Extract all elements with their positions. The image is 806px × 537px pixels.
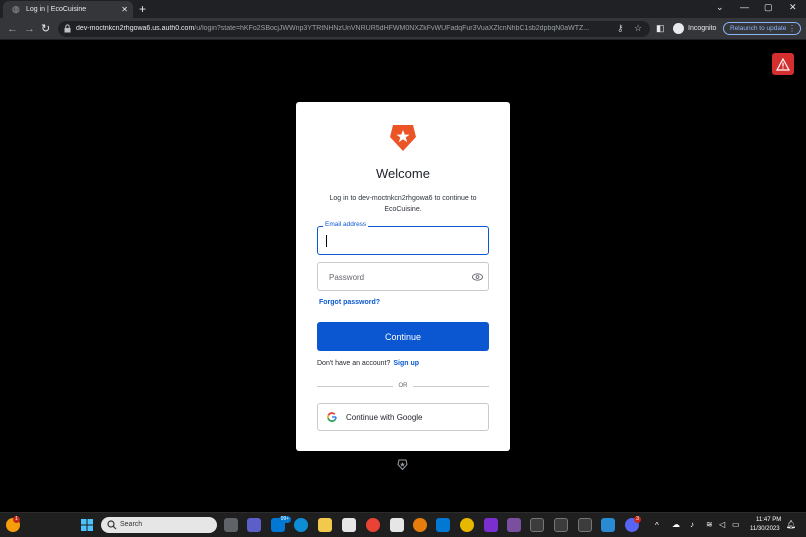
password-input[interactable]	[329, 271, 459, 283]
side-panel-icon[interactable]: ◧	[656, 23, 665, 34]
window-close-button[interactable]: ✕	[789, 2, 797, 13]
visual-studio-icon[interactable]	[507, 518, 521, 532]
badge-icon	[397, 459, 408, 470]
continue-button[interactable]: Continue	[317, 322, 489, 351]
blender-icon[interactable]	[413, 518, 427, 532]
teams-icon[interactable]	[247, 518, 261, 532]
notepad-icon[interactable]	[601, 518, 615, 532]
task-view-icon[interactable]	[224, 518, 238, 532]
eye-icon[interactable]	[472, 272, 483, 282]
address-bar[interactable]: dev-moctnkcn2rhgowa6.us.auth0.com/u/logi…	[58, 21, 650, 37]
unity-icon[interactable]	[390, 518, 404, 532]
browser-tab-active[interactable]: ◍ Log in | EcoCuisine ✕	[3, 1, 133, 18]
edge-icon[interactable]	[294, 518, 308, 532]
email-input[interactable]	[326, 235, 476, 247]
unity-hub-icon[interactable]	[554, 518, 568, 532]
clock-time[interactable]: 11:47 PM	[756, 517, 781, 523]
auth0-logo-icon	[390, 125, 416, 151]
battery-icon[interactable]: ▭	[732, 520, 740, 529]
forgot-password-link[interactable]: Forgot password?	[319, 299, 380, 306]
incognito-icon[interactable]	[673, 23, 684, 34]
page-title: Welcome	[376, 166, 430, 181]
more-menu-icon[interactable]: ⋮	[788, 24, 796, 33]
password-field[interactable]	[317, 262, 489, 291]
divider-right	[413, 386, 489, 387]
search-label: Search	[120, 521, 143, 528]
alert-button[interactable]	[772, 53, 794, 75]
command-prompt-icon[interactable]	[578, 518, 592, 532]
screen: ◍ Log in | EcoCuisine ✕ + ⌄ — ▢ ✕ ← → ↻ …	[0, 0, 806, 537]
mail-badge: 99+	[279, 516, 291, 523]
url-host: dev-moctnkcn2rhgowa6.us.auth0.com	[76, 25, 195, 32]
chrome-icon[interactable]	[366, 518, 380, 532]
reload-icon[interactable]: ↻	[41, 22, 50, 36]
or-separator: OR	[398, 383, 408, 389]
relaunch-label: Relaunch to update	[730, 25, 787, 32]
search-icon	[107, 520, 117, 530]
no-account-text: Don't have an account?	[317, 360, 391, 367]
google-icon	[327, 412, 337, 422]
microphone-icon[interactable]: ♪	[690, 520, 694, 529]
globe-icon: ◍	[12, 4, 20, 14]
taskbar: 1 Search 99+ 3 ^ ☁ ♪ ≋ ◁ ▭ 11:47 PM 11/3…	[0, 512, 806, 537]
page-viewport: Welcome Log in to dev-moctnkcn2rhgowa6 t…	[0, 41, 806, 512]
back-arrow-icon[interactable]: ←	[7, 22, 18, 36]
tab-search-icon[interactable]: ⌄	[716, 2, 724, 13]
browser-toolbar: ← → ↻ dev-moctnkcn2rhgowa6.us.auth0.com/…	[0, 18, 806, 40]
notification-bell-icon[interactable]: 🔔︎	[786, 520, 796, 529]
url-text: dev-moctnkcn2rhgowa6.us.auth0.com/u/logi…	[76, 25, 604, 32]
relaunch-button[interactable]: Relaunch to update ⋮	[723, 22, 801, 35]
login-intro-text: Log in to dev-moctnkcn2rhgowa6 to contin…	[329, 195, 477, 213]
volume-icon[interactable]: ◁	[719, 520, 725, 529]
windows-start-icon[interactable]	[80, 518, 94, 532]
tray-overflow-icon[interactable]: ^	[655, 521, 659, 530]
file-explorer-icon[interactable]	[318, 518, 332, 532]
google-login-label: Continue with Google	[346, 412, 423, 422]
vscode-icon[interactable]	[436, 518, 450, 532]
taskbar-search-box[interactable]: Search	[101, 517, 217, 533]
divider-left	[317, 386, 393, 387]
tab-close-icon[interactable]: ✕	[121, 5, 128, 14]
star-bookmark-icon[interactable]: ☆	[634, 23, 642, 34]
new-tab-button[interactable]: +	[139, 3, 146, 15]
key-icon[interactable]: ⚷	[617, 23, 624, 34]
discord-badge: 3	[634, 516, 641, 523]
google-login-button[interactable]: Continue with Google	[317, 403, 489, 431]
onedrive-icon[interactable]: ☁	[672, 520, 680, 529]
jetbrains-icon[interactable]	[484, 518, 498, 532]
warning-icon	[776, 57, 790, 71]
login-card: Welcome Log in to dev-moctnkcn2rhgowa6 t…	[296, 102, 510, 451]
signup-link[interactable]: Sign up	[393, 360, 419, 367]
incognito-label: Incognito	[688, 25, 717, 32]
browser-tab-strip: ◍ Log in | EcoCuisine ✕ + ⌄ — ▢ ✕	[0, 0, 806, 18]
terminal-icon[interactable]	[530, 518, 544, 532]
lock-icon	[64, 24, 71, 33]
signup-row: Don't have an account? Sign up	[317, 360, 419, 367]
clock-date[interactable]: 11/30/2023	[750, 526, 780, 532]
tab-title: Log in | EcoCuisine	[26, 6, 87, 13]
app-icon[interactable]	[460, 518, 474, 532]
minimize-button[interactable]: —	[740, 2, 749, 12]
url-path: /u/login?state=hKFo2SBocjJWWnp3YTRtNHNzU…	[194, 25, 590, 32]
email-label: Email address	[323, 221, 369, 228]
weather-badge: 1	[13, 516, 20, 523]
forward-arrow-icon[interactable]: →	[24, 22, 35, 36]
maximize-button[interactable]: ▢	[764, 2, 773, 13]
wifi-icon[interactable]: ≋	[706, 520, 713, 529]
email-field[interactable]: Email address	[317, 221, 489, 255]
store-icon[interactable]	[342, 518, 356, 532]
